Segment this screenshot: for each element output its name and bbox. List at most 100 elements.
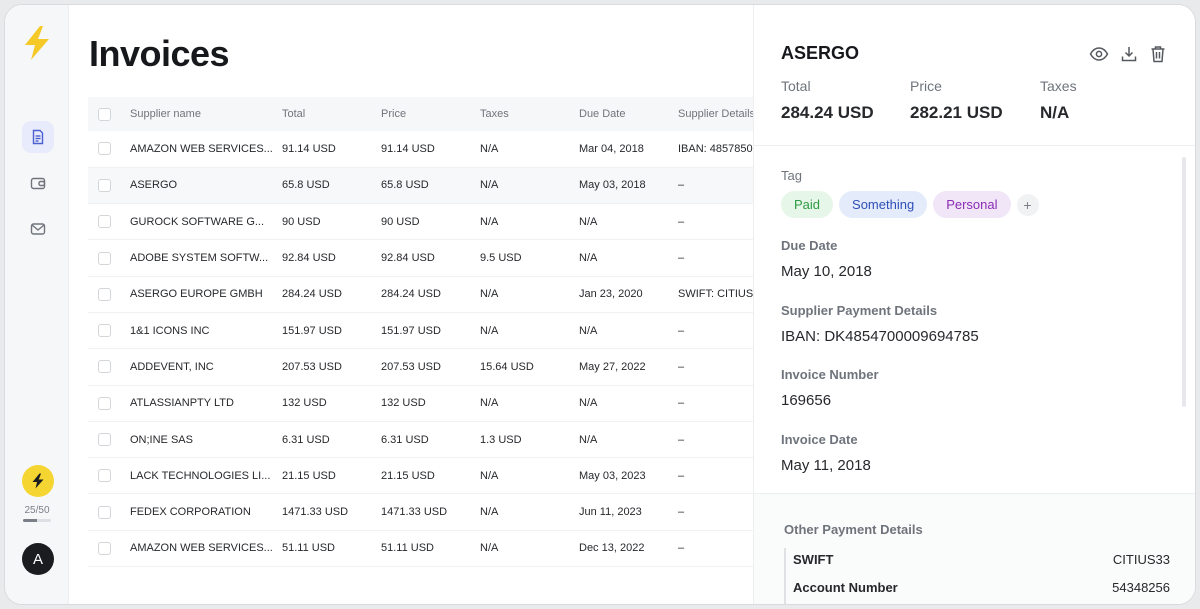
table-row[interactable]: FEDEX CORPORATION 1471.33 USD 1471.33 USD N… [88, 493, 753, 531]
row-checkbox[interactable] [98, 469, 111, 483]
table-row[interactable]: ATLASSIANPTY LTD 132 USD 132 USD N/A N/A – [88, 385, 753, 422]
table-row[interactable]: AMAZON WEB SERVICES... 91.14 USD 91.14 USD… [88, 131, 753, 168]
panel-scrollbar[interactable] [1182, 157, 1186, 407]
column-header-supplier[interactable]: Supplier name [130, 97, 282, 131]
row-select-cell [88, 203, 130, 241]
divider [754, 145, 1195, 146]
nav-mail-icon[interactable] [22, 213, 54, 245]
table-row[interactable]: ADDEVENT, INC 207.53 USD 207.53 USD 15.64 U… [88, 348, 753, 386]
column-header-price[interactable]: Price [381, 97, 480, 131]
invoices-table: Supplier name Total Price Taxes Due Date… [88, 97, 753, 577]
cell-price: 132 USD [381, 385, 480, 422]
row-checkbox[interactable] [98, 324, 111, 338]
table-row[interactable]: ASERGO 65.8 USD 65.8 USD N/A May 03, 2018– [88, 167, 753, 205]
table-row[interactable]: ASERGO EUROPE GMBH 284.24 USD 284.24 USD N/… [88, 276, 753, 313]
cell-total: 91.14 USD [282, 131, 381, 168]
row-select-cell [88, 421, 130, 459]
trash-icon[interactable] [1147, 43, 1169, 65]
cell-taxes: N/A [480, 457, 579, 495]
supplier-payment-details-label: Supplier Payment Details [781, 303, 938, 318]
column-header-supplier-details[interactable]: Supplier Details [678, 97, 753, 131]
cell-supplier-details: – [678, 348, 753, 386]
cell-supplier-details: SWIFT: CITIUS [678, 276, 753, 313]
column-header-taxes[interactable]: Taxes [480, 97, 579, 131]
row-checkbox[interactable] [98, 287, 111, 301]
nav-wallet-icon[interactable] [22, 167, 54, 199]
cell-supplier: ASERGO [130, 167, 282, 205]
cell-price: 151.97 USD [381, 312, 480, 350]
tag-personal[interactable]: Personal [933, 191, 1011, 218]
row-checkbox[interactable] [98, 360, 111, 374]
tag-list: Paid Something Personal + [781, 191, 1039, 218]
upgrade-bolt-icon[interactable] [22, 465, 54, 497]
cell-due-date: May 27, 2022 [579, 348, 678, 386]
cell-price: 284.24 USD [381, 276, 480, 313]
cell-due-date: May 03, 2018 [579, 167, 678, 205]
eye-icon[interactable] [1088, 43, 1110, 65]
cell-total: 132 USD [282, 385, 381, 422]
column-header-due-date[interactable]: Due Date [579, 97, 678, 131]
cell-supplier-details: – [678, 239, 753, 277]
table-row[interactable]: 1&1 ICONS INC 151.97 USD 151.97 USD N/A N/A – [88, 312, 753, 350]
cell-price: 90 USD [381, 203, 480, 241]
row-checkbox[interactable] [98, 178, 111, 192]
cell-total: 92.84 USD [282, 239, 381, 277]
page-title: Invoices [89, 33, 230, 74]
row-select-cell [88, 348, 130, 386]
table-row[interactable]: ADOBE SYSTEM SOFTW... 92.84 USD 92.84 USD 9… [88, 239, 753, 277]
cell-due-date: Jun 11, 2023 [579, 493, 678, 531]
other-payment-details-title: Other Payment Details [784, 522, 923, 537]
cell-supplier-details: IBAN: 4857850 [678, 131, 753, 168]
cell-total: 284.24 USD [282, 276, 381, 313]
row-select-cell [88, 312, 130, 350]
supplier-payment-details-value: IBAN: DK4854700009694785 [781, 328, 979, 345]
download-icon[interactable] [1118, 43, 1140, 65]
row-checkbox[interactable] [98, 541, 111, 555]
invoice-date-label: Invoice Date [781, 432, 858, 447]
tag-something[interactable]: Something [839, 191, 928, 218]
row-checkbox[interactable] [98, 505, 111, 519]
cell-total: 51.11 USD [282, 530, 381, 568]
cell-taxes: N/A [480, 493, 579, 531]
cell-total: 6.31 USD [282, 421, 381, 459]
column-header-total[interactable]: Total [282, 97, 381, 131]
lightning-logo-icon[interactable] [22, 25, 52, 61]
nav-invoices-icon[interactable] [22, 121, 54, 153]
cell-due-date: N/A [579, 421, 678, 459]
cell-supplier-details: – [678, 493, 753, 531]
sidebar: 25/50 A [5, 5, 69, 604]
row-checkbox[interactable] [98, 396, 111, 410]
cell-supplier-details: – [678, 421, 753, 459]
cell-price: 65.8 USD [381, 167, 480, 205]
table-row[interactable]: GUROCK SOFTWARE G... 90 USD 90 USD N/A N/A – [88, 203, 753, 241]
table-row[interactable]: AMAZON WEB SERVICES... 51.11 USD 51.11 USD… [88, 530, 753, 568]
row-select-cell [88, 457, 130, 495]
avatar[interactable]: A [22, 543, 54, 575]
cell-total: 65.8 USD [282, 167, 381, 205]
row-select-cell [88, 167, 130, 205]
table-row[interactable]: LACK TECHNOLOGIES LI... 21.15 USD 21.15 US… [88, 457, 753, 495]
row-checkbox[interactable] [98, 142, 111, 156]
select-all-checkbox[interactable] [98, 107, 111, 121]
cell-due-date: N/A [579, 385, 678, 422]
cell-price: 51.11 USD [381, 530, 480, 568]
cell-supplier-details: – [678, 167, 753, 205]
table-header: Supplier name Total Price Taxes Due Date… [88, 97, 753, 131]
summary-taxes-value: N/A [1040, 103, 1070, 122]
invoice-date-value: May 11, 2018 [781, 457, 871, 474]
usage-bar-fill [23, 519, 37, 522]
add-tag-button[interactable]: + [1016, 193, 1039, 216]
summary-price-value: 282.21 USD [910, 103, 1003, 122]
select-all-cell [88, 97, 130, 131]
cell-price: 92.84 USD [381, 239, 480, 277]
cell-due-date: May 03, 2023 [579, 457, 678, 495]
tag-paid[interactable]: Paid [781, 191, 834, 218]
cell-total: 151.97 USD [282, 312, 381, 350]
cell-total: 21.15 USD [282, 457, 381, 495]
table-row[interactable]: ON;INE SAS 6.31 USD 6.31 USD 1.3 USD N/A – [88, 421, 753, 459]
row-checkbox[interactable] [98, 433, 111, 447]
row-checkbox[interactable] [98, 215, 111, 229]
row-select-cell [88, 131, 130, 168]
cell-supplier: 1&1 ICONS INC [130, 312, 282, 350]
row-checkbox[interactable] [98, 251, 111, 265]
